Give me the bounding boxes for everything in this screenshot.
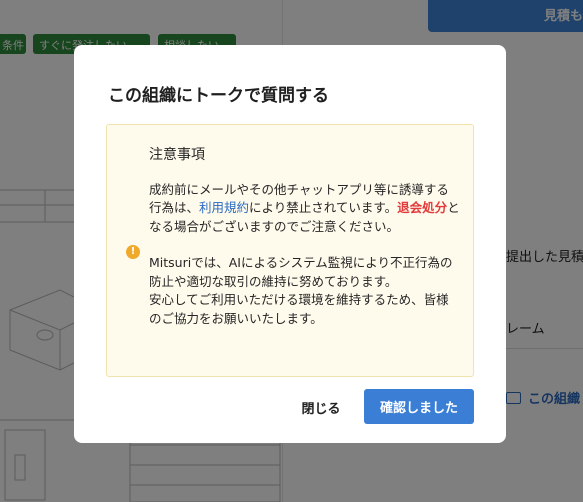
notice-paragraph-monitoring: Mitsuriでは、AIによるシステム監視により不正行為の防止や適切な取引の維持… [149, 255, 453, 289]
notice-paragraph-cooperation: 安心してご利用いただける環境を維持するため、皆様のご協力をお願いいたします。 [149, 292, 449, 326]
notice-box: ! 注意事項 成約前にメールやその他チャットアプリ等に誘導する行為は、利用規約に… [106, 124, 474, 377]
close-button[interactable]: 閉じる [290, 397, 352, 417]
notice-text: により禁止されています。 [249, 200, 398, 215]
notice-content: 注意事項 成約前にメールやその他チャットアプリ等に誘導する行為は、利用規約により… [149, 146, 461, 328]
dialog-title: この組織にトークで質問する [108, 86, 329, 106]
terms-of-service-link[interactable]: 利用規約 [199, 200, 249, 215]
withdrawal-warning: 退会処分 [397, 200, 448, 215]
warning-icon: ! [126, 245, 140, 259]
notice-title: 注意事項 [149, 147, 205, 163]
confirm-button[interactable]: 確認しました [364, 389, 474, 424]
notice-paragraph-rules: 成約前にメールやその他チャットアプリ等に誘導する行為は、利用規約により禁止されて… [149, 181, 461, 237]
ask-organization-dialog: この組織にトークで質問する ! 注意事項 成約前にメールやその他チャットアプリ等… [74, 45, 506, 443]
